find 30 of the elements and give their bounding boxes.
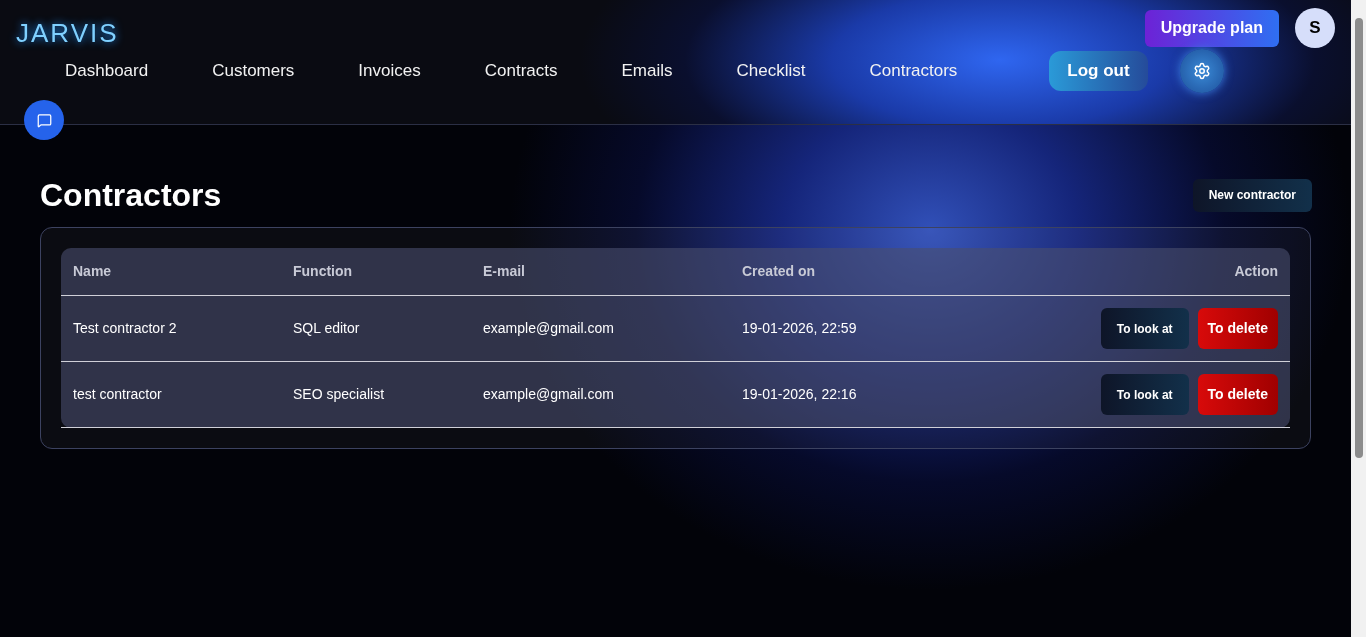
upgrade-plan-button[interactable]: Upgrade plan	[1144, 9, 1279, 47]
table-cell-text: example@gmail.com	[483, 385, 615, 404]
column-header: Action	[1234, 262, 1278, 281]
table-cell-text: example@gmail.com	[483, 319, 615, 338]
table-cell-text: 19-01-2026, 22:59	[742, 319, 858, 338]
nav-link[interactable]: Contractors	[869, 58, 958, 84]
page-title: Contractors	[40, 176, 222, 215]
delete-button[interactable]: To delete	[1197, 374, 1278, 415]
nav-link[interactable]: Contracts	[484, 58, 558, 84]
nav-link[interactable]: Checklist	[736, 58, 806, 84]
table-cell-text: Test contractor 2	[73, 319, 178, 338]
column-header: Created on	[742, 262, 817, 281]
view-button[interactable]: To look at	[1100, 374, 1189, 415]
table-cell-text: SQL editor	[293, 319, 361, 338]
avatar[interactable]: S	[1295, 8, 1335, 48]
delete-button[interactable]: To delete	[1197, 308, 1278, 349]
nav-link[interactable]: Invoices	[358, 58, 421, 84]
new-contractor-button[interactable]: New contractor	[1192, 178, 1312, 212]
table-cell-text: 19-01-2026, 22:16	[742, 385, 858, 404]
table-cell-text: test contractor	[73, 385, 163, 404]
view-button[interactable]: To look at	[1100, 308, 1189, 349]
nav-link[interactable]: Dashboard	[65, 58, 149, 84]
log-out-button[interactable]: Log out	[1049, 51, 1148, 91]
nav-link[interactable]: Customers	[212, 58, 295, 84]
column-header: E-mail	[483, 262, 526, 281]
nav-link[interactable]: Emails	[621, 58, 673, 84]
logo[interactable]: JARVIS	[16, 14, 119, 53]
table-cell-text: SEO specialist	[293, 385, 386, 404]
column-header: Function	[293, 262, 354, 281]
column-header: Name	[73, 262, 113, 281]
